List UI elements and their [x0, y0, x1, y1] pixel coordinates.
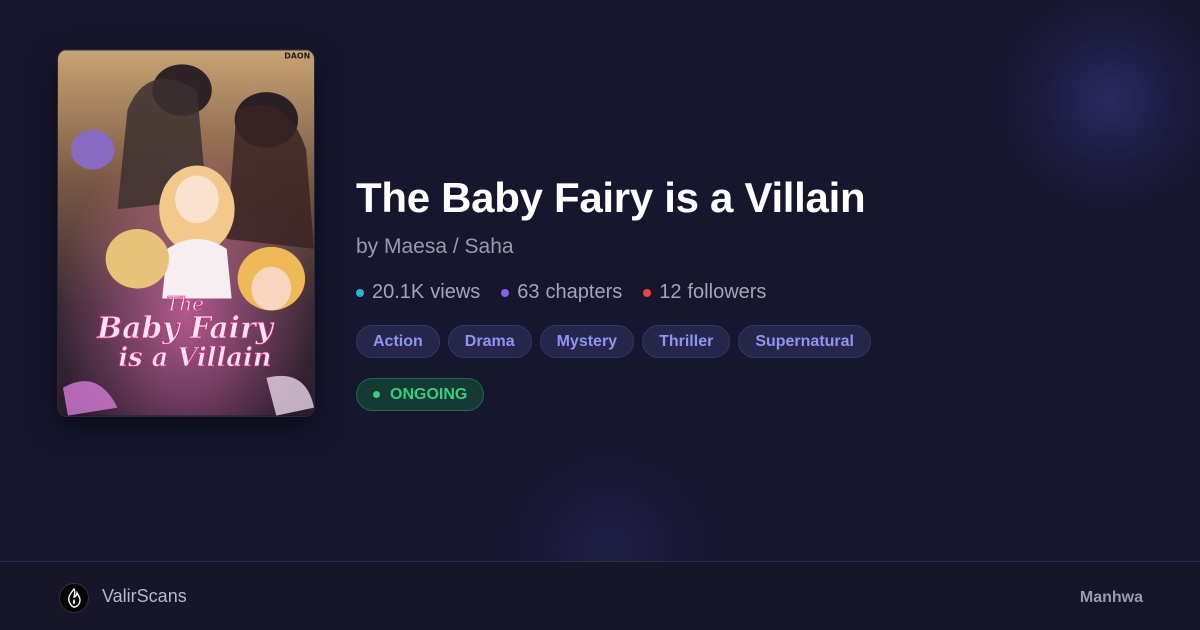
chapters-count: 63 [517, 281, 540, 303]
genre-tag-action[interactable]: Action [356, 325, 440, 358]
genre-tag-mystery[interactable]: Mystery [539, 325, 635, 358]
stat-views: 20.1K views [356, 281, 480, 304]
followers-count: 12 [659, 281, 682, 303]
views-count: 20.1K [372, 281, 425, 303]
series-type-label: Manhwa [1079, 589, 1143, 606]
cover-publisher-mark: DAON [284, 51, 310, 60]
stats-row: 20.1K views 63 chapters 12 followers [356, 281, 787, 304]
series-title: The Baby Fairy is a Villain [356, 174, 866, 221]
followers-dot-icon [643, 288, 652, 297]
background-glow-top-right [1000, 0, 1200, 210]
followers-label: followers [687, 281, 767, 303]
chapters-label: chapters [545, 281, 623, 303]
footer-bar: ValirScans Manhwa [0, 561, 1200, 630]
status-dot-icon [373, 391, 380, 398]
site-name[interactable]: ValirScans [102, 586, 187, 607]
cover-title-line-2: Baby Fairy [96, 311, 275, 346]
genre-tags: Action Drama Mystery Thriller Supernatur… [356, 325, 879, 358]
stat-followers: 12 followers [643, 281, 766, 304]
views-dot-icon [356, 288, 364, 297]
flame-logo-icon[interactable] [59, 583, 89, 613]
genre-tag-drama[interactable]: Drama [447, 325, 532, 358]
stat-chapters: 63 chapters [501, 281, 622, 304]
cover-image[interactable]: The Baby Fairy is a Villain DAON [57, 49, 315, 417]
views-label: views [430, 281, 481, 303]
series-author: by Maesa / Saha [356, 235, 514, 258]
cover-title-line-3: is a Villain [118, 343, 271, 373]
genre-tag-supernatural[interactable]: Supernatural [738, 325, 871, 358]
genre-tag-thriller[interactable]: Thriller [642, 325, 731, 358]
chapters-dot-icon [501, 288, 510, 297]
status-badge: ONGOING [356, 378, 485, 411]
status-label: ONGOING [390, 385, 468, 403]
